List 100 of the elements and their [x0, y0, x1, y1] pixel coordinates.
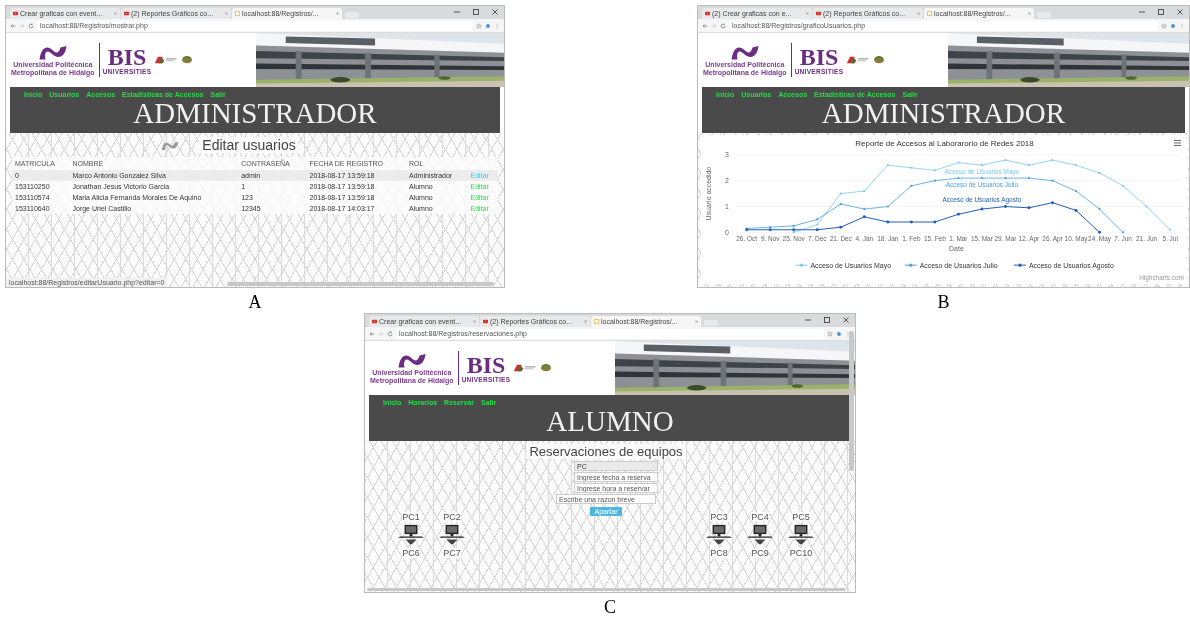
scrollbar[interactable] [367, 588, 845, 591]
computer-label: PC10 [789, 548, 813, 558]
page-icon [235, 11, 240, 16]
logo-icon [161, 139, 180, 151]
computer-label: PC6 [402, 548, 420, 558]
computer-icon[interactable] [745, 524, 775, 546]
extension-icon[interactable] [1170, 22, 1176, 29]
computer-label: PC2 [443, 512, 461, 522]
maximize-icon[interactable] [472, 8, 480, 16]
minimize-icon[interactable] [1138, 8, 1146, 16]
close-icon[interactable] [225, 12, 228, 15]
star-icon[interactable] [476, 22, 482, 29]
extension-icon[interactable] [485, 22, 491, 29]
data-point [980, 164, 984, 167]
back-icon[interactable] [369, 330, 375, 337]
logo-icon [154, 55, 179, 65]
data-point [839, 202, 842, 206]
data-point [910, 184, 913, 187]
data-point [1027, 206, 1031, 210]
forward-icon[interactable] [711, 22, 717, 29]
close-icon[interactable] [695, 320, 698, 323]
role-title: ADMINISTRADOR [820, 98, 1067, 129]
data-point [957, 161, 960, 164]
page-icon [594, 319, 599, 324]
data-point [1074, 164, 1078, 167]
computer-icon[interactable] [437, 524, 467, 546]
close-icon[interactable] [114, 12, 117, 15]
minimize-icon[interactable] [804, 316, 812, 324]
forward-icon[interactable] [19, 22, 25, 29]
data-point [862, 215, 866, 219]
star-icon[interactable] [1161, 22, 1167, 29]
data-point [1074, 208, 1078, 212]
computer-icon[interactable] [396, 524, 426, 546]
computer-label: PC1 [402, 512, 420, 522]
star-icon[interactable] [827, 330, 833, 337]
data-point [956, 212, 960, 216]
scrollbar[interactable] [849, 331, 854, 471]
close-icon[interactable] [584, 320, 587, 323]
video-icon [372, 319, 377, 324]
data-point [957, 177, 960, 180]
page-heading: Editar usuarios [199, 137, 299, 153]
close-icon[interactable] [1176, 8, 1184, 16]
computer-icon[interactable] [786, 524, 816, 546]
close-icon[interactable] [491, 8, 499, 16]
data-point [863, 208, 866, 211]
computer-label: PC4 [751, 512, 769, 522]
data-point [839, 225, 843, 229]
forward-icon[interactable] [378, 330, 384, 337]
data-point [886, 205, 889, 208]
back-icon[interactable] [702, 22, 708, 29]
logo-icon [513, 363, 538, 373]
data-point [1003, 205, 1007, 208]
close-icon[interactable] [917, 12, 920, 15]
close-icon[interactable] [336, 12, 339, 15]
emblem-icon [540, 363, 553, 373]
brand-name: BIS [466, 353, 506, 376]
video-icon [483, 319, 488, 324]
close-icon[interactable] [473, 320, 476, 323]
data-point [980, 207, 984, 211]
reload-icon[interactable] [720, 22, 726, 29]
data-point [933, 169, 936, 172]
video-icon [124, 11, 129, 16]
logo-icon [729, 43, 760, 61]
data-point [816, 218, 819, 221]
computer-label: PC3 [710, 512, 728, 522]
data-point [1122, 231, 1125, 234]
close-icon[interactable] [842, 316, 850, 324]
reload-icon[interactable] [28, 22, 34, 29]
data-point [1027, 177, 1031, 180]
computer-icon[interactable] [704, 524, 734, 546]
figure-label: B [937, 291, 950, 313]
figure-label: C [604, 596, 616, 618]
emblem-icon [181, 55, 194, 65]
data-point [886, 164, 889, 167]
scrollbar[interactable] [227, 282, 494, 286]
role-title: ADMINISTRADOR [132, 98, 378, 129]
video-icon [705, 11, 710, 16]
reload-icon[interactable] [387, 330, 393, 337]
minimize-icon[interactable] [453, 8, 461, 16]
back-icon[interactable] [10, 22, 16, 29]
data-point [815, 228, 819, 232]
data-point [1004, 177, 1007, 180]
close-icon[interactable] [806, 12, 809, 15]
maximize-icon[interactable] [823, 316, 831, 324]
data-point [1098, 208, 1101, 211]
data-point [886, 220, 890, 224]
computer-label: PC9 [751, 548, 769, 558]
data-point [1051, 158, 1054, 162]
data-point [1074, 189, 1078, 193]
data-point [933, 179, 936, 182]
data-point [1027, 164, 1031, 167]
close-icon[interactable] [1028, 12, 1031, 15]
data-point [1122, 184, 1125, 187]
emblem-icon [873, 55, 886, 65]
extension-icon[interactable] [836, 330, 842, 337]
logo-icon [396, 351, 427, 369]
figure-label: A [248, 291, 262, 313]
maximize-icon[interactable] [1157, 8, 1165, 16]
page-heading: Reservaciones de equipos [526, 444, 686, 459]
computer-label: PC8 [710, 548, 728, 558]
